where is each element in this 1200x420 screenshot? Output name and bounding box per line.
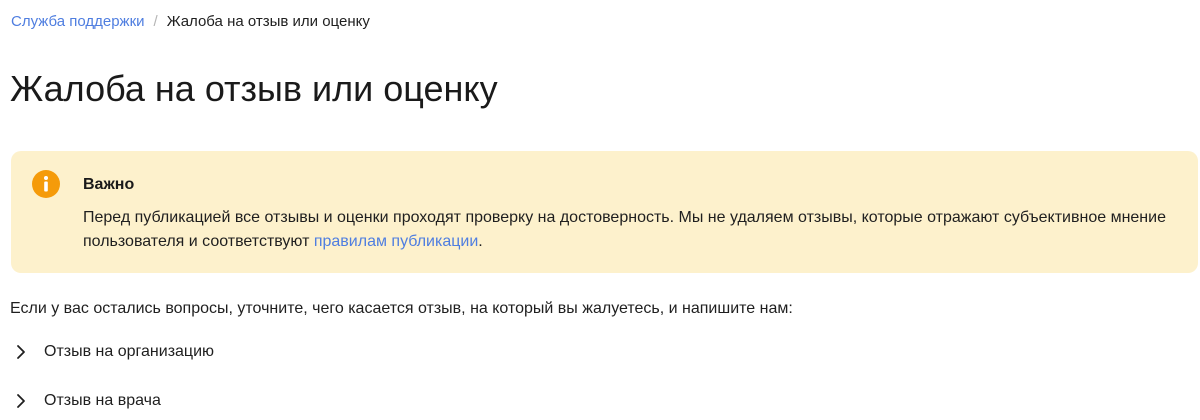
support-page: Служба поддержки / Жалоба на отзыв или оце… [0, 0, 1200, 420]
info-icon [32, 170, 60, 198]
breadcrumb-link-support[interactable]: Служба поддержки [11, 13, 145, 30]
chevron-right-icon [17, 394, 25, 408]
breadcrumb-separator: / [153, 13, 158, 30]
publication-rules-link[interactable]: правилам публикации [314, 233, 478, 250]
notice-text-main: Перед публикацией все отзывы и оценки пр… [83, 209, 1166, 250]
chevron-right-icon [17, 345, 25, 359]
intro-text: Если у вас остались вопросы, уточните, ч… [10, 300, 793, 317]
accordion-item-doctor[interactable]: Отзыв на врача [10, 387, 161, 415]
accordion-item-label: Отзыв на врача [44, 392, 161, 409]
accordion-item-organization[interactable]: Отзыв на организацию [10, 338, 214, 366]
notice-text: Перед публикацией все отзывы и оценки пр… [83, 206, 1173, 254]
notice-text-end: . [478, 233, 483, 250]
accordion-item-label: Отзыв на организацию [44, 343, 215, 360]
breadcrumb-current: Жалоба на отзыв или оценку [166, 13, 370, 30]
notice-title: Важно [83, 176, 135, 193]
breadcrumb: Служба поддержки / Жалоба на отзыв или оце… [11, 12, 370, 32]
important-notice: Важно Перед публикацией все отзывы и оце… [11, 151, 1198, 273]
page-title: Жалоба на отзыв или оценку [10, 68, 498, 109]
